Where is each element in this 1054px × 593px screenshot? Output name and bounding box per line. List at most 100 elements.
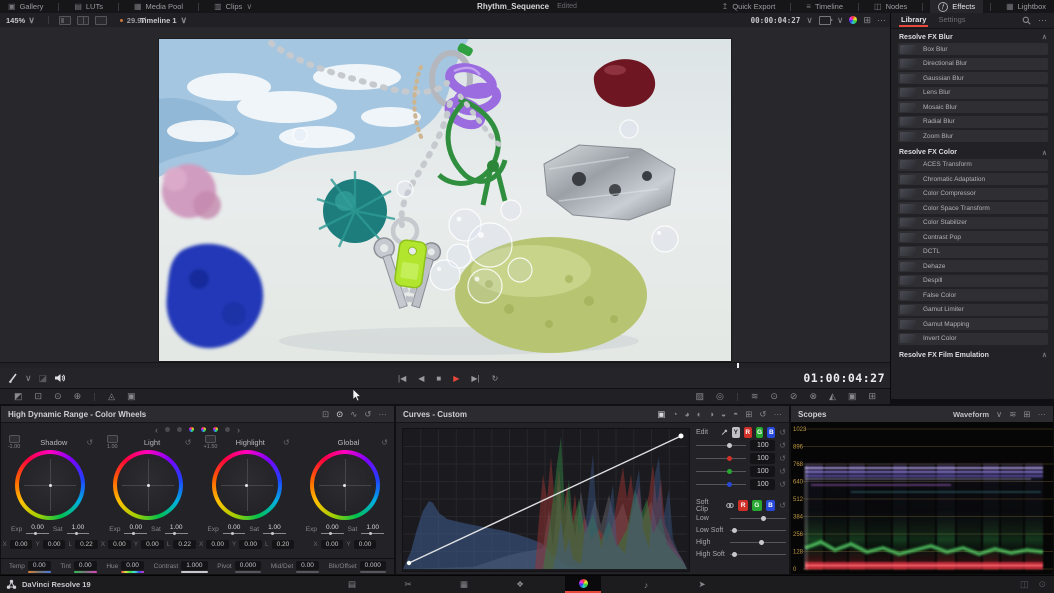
r-gain-slider[interactable] bbox=[696, 458, 746, 459]
hue-value[interactable]: 0.00 bbox=[121, 561, 144, 570]
pager-dot[interactable] bbox=[201, 427, 206, 432]
zoom-tool-icon[interactable]: ⊕ bbox=[74, 392, 82, 401]
stop-button[interactable]: ■ bbox=[436, 374, 441, 383]
grab-still-icon[interactable]: ▣ bbox=[127, 392, 136, 401]
fx-item-contrast-pop[interactable]: Contrast Pop bbox=[898, 231, 1048, 243]
fx-item-color-compressor[interactable]: Color Compressor bbox=[898, 188, 1048, 200]
more-options-icon[interactable]: ··· bbox=[1038, 410, 1047, 419]
shadow-pivot-chip[interactable]: -1.00 bbox=[7, 435, 21, 450]
qualifier-icon[interactable]: ⊙ bbox=[770, 392, 778, 401]
global-x-value[interactable]: 0.00 bbox=[321, 540, 344, 549]
audio-mute-icon[interactable] bbox=[54, 373, 65, 383]
shadow-y-value[interactable]: 0.00 bbox=[43, 540, 66, 549]
project-settings-icon[interactable]: ⊙ bbox=[1038, 580, 1046, 589]
blur-tool-icon[interactable]: ◭ bbox=[829, 392, 836, 401]
shadow-color-wheel[interactable] bbox=[15, 450, 85, 520]
fx-item-gaussian-blur[interactable]: Gaussian Blur bbox=[898, 72, 1048, 84]
unmix-icon[interactable]: ◪ bbox=[39, 374, 48, 383]
high-slider[interactable] bbox=[730, 542, 786, 543]
chevron-down-icon[interactable]: ∨ bbox=[25, 374, 32, 383]
reset-icon[interactable]: ↺ bbox=[381, 438, 388, 447]
pager-dot[interactable] bbox=[225, 427, 230, 432]
highlight-icon[interactable]: ⊙ bbox=[54, 392, 62, 401]
contrast-value[interactable]: 1.000 bbox=[181, 561, 207, 570]
tint-value[interactable]: 0.00 bbox=[74, 561, 97, 570]
light-exp-value[interactable]: 0.00 bbox=[124, 524, 147, 534]
curve-hue-sat-icon[interactable]: ◕ bbox=[685, 410, 690, 419]
curve-hue-lum-icon[interactable]: ◐ bbox=[697, 410, 702, 419]
fx-item-directional-blur[interactable]: Directional Blur bbox=[898, 58, 1048, 70]
fx-item-gamut-limiter[interactable]: Gamut Limiter bbox=[898, 304, 1048, 316]
timeline-selector[interactable]: Timeline 1 ∨ bbox=[140, 16, 187, 25]
more-options-icon[interactable]: ··· bbox=[379, 410, 388, 419]
shadow-sat-value[interactable]: 1.00 bbox=[67, 524, 90, 534]
collapse-icon[interactable]: ∧ bbox=[1042, 33, 1047, 41]
highlight-color-wheel[interactable] bbox=[212, 450, 282, 520]
more-options-icon[interactable]: ··· bbox=[774, 410, 783, 419]
highlight-exp-value[interactable]: 0.00 bbox=[223, 524, 246, 534]
fx-item-box-blur[interactable]: Box Blur bbox=[898, 43, 1048, 55]
light-sat-value[interactable]: 1.00 bbox=[165, 524, 188, 534]
loop-button[interactable]: ↻ bbox=[492, 374, 499, 383]
channel-b-button[interactable]: B bbox=[767, 427, 775, 438]
collapse-icon[interactable]: ∧ bbox=[1042, 149, 1047, 157]
reset-icon[interactable]: ↺ bbox=[779, 441, 786, 450]
more-options-icon[interactable]: ··· bbox=[877, 16, 886, 25]
scope-settings-icon[interactable]: ≋ bbox=[1009, 410, 1016, 419]
highlight-pivot-chip[interactable]: +1.50 bbox=[204, 435, 218, 450]
y-gain-slider[interactable] bbox=[696, 445, 746, 446]
temp-value[interactable]: 0.00 bbox=[28, 561, 51, 570]
global-sat-value[interactable]: 1.00 bbox=[361, 524, 384, 534]
fx-item-chromatic-adaptation[interactable]: Chromatic Adaptation bbox=[898, 173, 1048, 185]
pager-prev-icon[interactable]: ‹ bbox=[155, 425, 158, 435]
fx-item-color-stabilizer[interactable]: Color Stabilizer bbox=[898, 217, 1048, 229]
waveform-scope[interactable]: 1023 896 768 640 512 384 256 128 0 bbox=[791, 422, 1053, 574]
b-gain-value[interactable]: 100 bbox=[750, 479, 775, 490]
collapse-icon[interactable]: ∧ bbox=[1042, 351, 1047, 359]
page-fairlight[interactable]: ♪ bbox=[635, 576, 657, 593]
play-button[interactable]: ▶ bbox=[453, 374, 459, 383]
pager-dot[interactable] bbox=[213, 427, 218, 432]
page-fusion[interactable]: ❖ bbox=[509, 576, 531, 593]
chevron-down-icon[interactable]: ∨ bbox=[806, 16, 813, 25]
fx-item-false-color[interactable]: False Color bbox=[898, 289, 1048, 301]
fx-item-invert-color[interactable]: Invert Color bbox=[898, 333, 1048, 345]
channel-g-button[interactable]: G bbox=[756, 427, 764, 438]
picker-icon[interactable]: ◬ bbox=[108, 392, 115, 401]
fx-item-color-space-transform[interactable]: Color Space Transform bbox=[898, 202, 1048, 214]
viewer-image[interactable] bbox=[159, 39, 731, 361]
lightbox-button[interactable]: ▦ Lightbox bbox=[998, 0, 1054, 13]
shadow-x-value[interactable]: 0.00 bbox=[10, 540, 33, 549]
tracker-icon[interactable]: ⊗ bbox=[809, 392, 817, 401]
search-icon[interactable] bbox=[1022, 16, 1031, 25]
global-exp-value[interactable]: 0.00 bbox=[321, 524, 344, 534]
pager-next-icon[interactable]: › bbox=[237, 425, 240, 435]
pointer-tool-icon[interactable] bbox=[8, 373, 18, 383]
split-viewer-layout-icon[interactable] bbox=[77, 16, 89, 25]
curve-sat-sat-icon[interactable]: ◒ bbox=[721, 410, 726, 419]
curve-sat-lum-icon[interactable]: ◓ bbox=[733, 410, 738, 419]
global-color-wheel[interactable] bbox=[310, 450, 380, 520]
cinema-viewer-layout-icon[interactable] bbox=[95, 16, 107, 25]
expand-icon[interactable]: ⊞ bbox=[1023, 410, 1030, 419]
page-edit[interactable]: ▦ bbox=[453, 576, 475, 593]
light-pivot-chip[interactable]: 1.00 bbox=[105, 435, 119, 450]
fx-item-radial-blur[interactable]: Radial Blur bbox=[898, 116, 1048, 128]
tab-settings[interactable]: Settings bbox=[936, 14, 967, 27]
soft-clip-r-button[interactable]: R bbox=[738, 500, 748, 511]
fx-item-aces-transform[interactable]: ACES Transform bbox=[898, 159, 1048, 171]
light-x-value[interactable]: 0.00 bbox=[108, 540, 131, 549]
auto-color-icon[interactable]: ▨ bbox=[695, 392, 704, 401]
viewer-zoom-select[interactable]: 145% ∨ bbox=[0, 16, 41, 25]
fx-item-zoom-blur[interactable]: Zoom Blur bbox=[898, 130, 1048, 142]
white-balance-icon[interactable]: ◎ bbox=[716, 392, 724, 401]
pager-dot[interactable] bbox=[165, 427, 170, 432]
highlight-sat-value[interactable]: 1.00 bbox=[263, 524, 286, 534]
step-back-button[interactable]: ◀ bbox=[418, 374, 424, 383]
nodes-button[interactable]: ◫ Nodes bbox=[866, 0, 915, 13]
channel-y-button[interactable]: Y bbox=[732, 427, 740, 438]
low-soft-slider[interactable] bbox=[730, 530, 786, 531]
reset-icon[interactable]: ↺ bbox=[779, 467, 786, 476]
y-gain-value[interactable]: 100 bbox=[750, 440, 775, 451]
page-color[interactable] bbox=[565, 576, 601, 593]
